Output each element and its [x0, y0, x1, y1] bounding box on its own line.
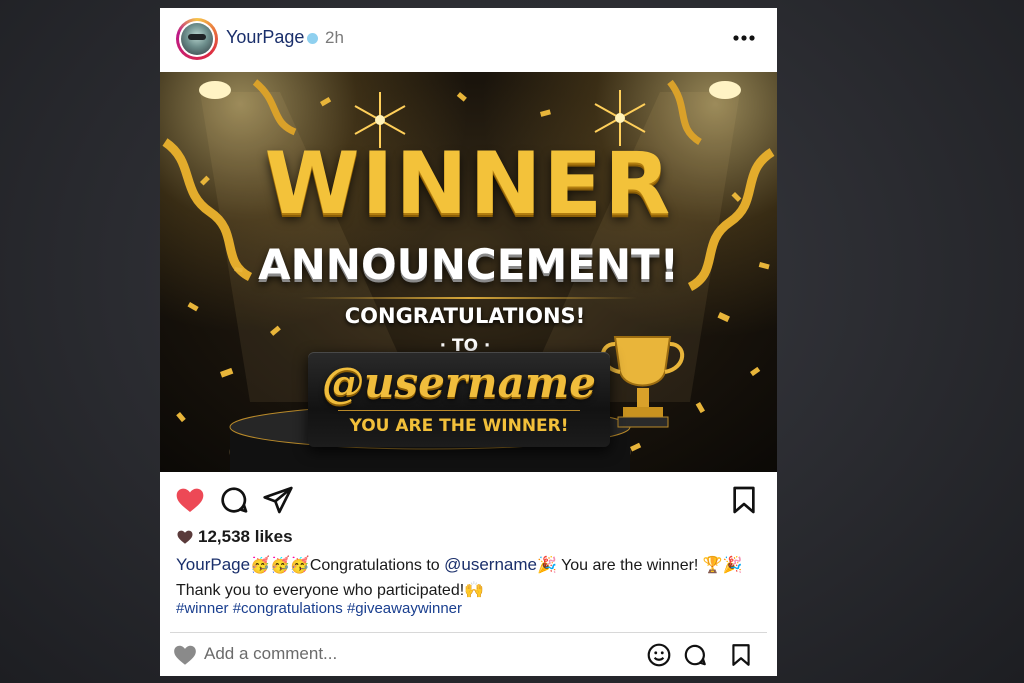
- bookmark-icon[interactable]: [728, 484, 760, 516]
- caption-text: Thank you to everyone who participated!: [176, 582, 465, 599]
- winner-line: YOU ARE THE WINNER!: [349, 416, 569, 436]
- caption-mention[interactable]: @username: [444, 555, 537, 574]
- share-send-icon[interactable]: [262, 484, 294, 516]
- instagram-post: YourPage 2h WINNER ANNOUNCEMENT! CONGRAT…: [160, 8, 777, 676]
- post-username[interactable]: YourPage: [226, 27, 304, 48]
- subheadline-text: ANNOUNCEMENT!: [258, 240, 679, 289]
- more-options-icon[interactable]: [730, 26, 758, 50]
- winner-handle: @username: [322, 358, 596, 407]
- avatar[interactable]: [176, 18, 218, 60]
- divider: [170, 632, 767, 633]
- caption-emoji: 🏆🎉: [702, 557, 743, 574]
- plaque-divider: [338, 410, 580, 411]
- bookmark-icon[interactable]: [728, 642, 754, 673]
- caption-username[interactable]: YourPage: [176, 555, 250, 574]
- verified-dot-icon: [307, 33, 318, 44]
- caption-text: Congratulations to: [309, 557, 445, 574]
- caption-emoji: 🎉: [537, 557, 557, 574]
- post-header: YourPage 2h: [160, 8, 777, 72]
- caption-emoji: 🥳🥳🥳: [250, 557, 310, 574]
- comment-row: [160, 634, 777, 676]
- comment-bubble-icon[interactable]: [682, 642, 708, 673]
- caption-emoji: 🙌: [464, 582, 485, 599]
- emoji-smile-icon[interactable]: [646, 642, 672, 673]
- heart-outline-icon[interactable]: [172, 642, 198, 673]
- caption-text: You are the winner!: [556, 557, 703, 574]
- congrats-text: CONGRATULATIONS!: [344, 304, 586, 328]
- post-image[interactable]: WINNER ANNOUNCEMENT! CONGRATULATIONS! · …: [160, 72, 777, 472]
- like-heart-icon[interactable]: [174, 484, 206, 516]
- comment-input[interactable]: [204, 642, 504, 666]
- headline-text: WINNER: [264, 134, 673, 234]
- hashtags[interactable]: #winner #congratulations #giveawaywinner: [176, 600, 462, 617]
- post-time: 2h: [325, 28, 344, 47]
- comment-bubble-icon[interactable]: [218, 484, 250, 516]
- likes-heart-icon: [176, 528, 194, 546]
- likes-count: 12,538 likes: [198, 527, 293, 546]
- action-bar: [160, 472, 777, 526]
- divider-line: [300, 297, 637, 299]
- post-caption: YourPage🥳🥳🥳Congratulations to @username🎉…: [176, 552, 766, 603]
